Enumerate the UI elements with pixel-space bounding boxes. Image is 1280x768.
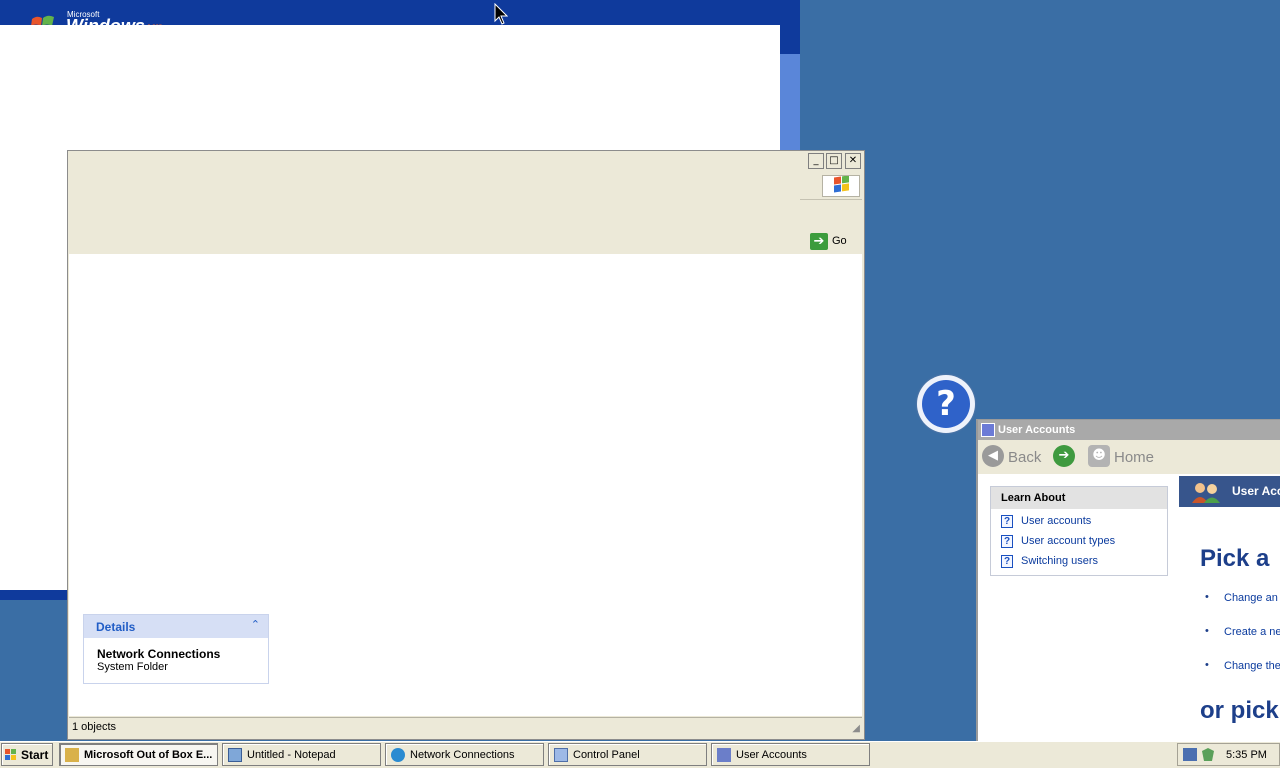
user-accounts-titlebar[interactable]: User Accounts: [978, 420, 1280, 440]
control-panel-icon: [554, 748, 568, 762]
help-topic-icon: ?: [1001, 555, 1013, 568]
go-arrow-icon: ➔: [810, 233, 828, 250]
start-label: Start: [21, 748, 49, 762]
close-button[interactable]: ✕: [845, 153, 861, 169]
taskbar-item-network-connections[interactable]: Network Connections: [385, 743, 544, 766]
user-accounts-icon: [717, 748, 731, 762]
banner-title: User Acc: [1232, 484, 1280, 498]
windows-flag-icon: [834, 175, 849, 193]
details-item-name: Network Connections: [97, 647, 221, 661]
home-button[interactable]: ☻ Home: [1088, 445, 1168, 469]
oobe-app-icon: [65, 748, 79, 762]
windows-flag-icon: [5, 749, 16, 760]
taskbar-item-user-accounts[interactable]: User Accounts: [711, 743, 870, 766]
go-label: Go: [832, 235, 847, 247]
details-item-type: System Folder: [97, 661, 168, 673]
maximize-button[interactable]: □: [826, 153, 842, 169]
network-connections-icon: [391, 748, 405, 762]
details-title: Details: [96, 620, 136, 634]
pick-task-heading: Pick a: [1200, 545, 1270, 572]
start-button[interactable]: Start: [1, 743, 53, 766]
forward-arrow-icon: ➔: [1053, 445, 1075, 467]
help-topic-icon: ?: [1001, 515, 1013, 528]
help-topic-icon: ?: [1001, 535, 1013, 548]
back-arrow-icon: ◀: [982, 445, 1004, 467]
windows-throbber: [822, 175, 860, 197]
back-button[interactable]: ◀ Back: [982, 445, 1048, 469]
clock: 5:35 PM: [1226, 749, 1267, 761]
navigation-bar: ◀ Back ➔ ☻ Home: [978, 440, 1280, 474]
taskbar-item-oobe[interactable]: Microsoft Out of Box E...: [59, 743, 218, 766]
back-label: Back: [1008, 449, 1042, 466]
network-tray-icon[interactable]: [1183, 748, 1197, 761]
help-question-icon[interactable]: ?: [917, 375, 975, 433]
windows-xp-logo: Microsoft Windowsxp: [30, 6, 230, 26]
windows-flag-icon: [31, 15, 54, 26]
resize-grip-icon[interactable]: ◢: [852, 723, 860, 734]
status-text: 1 objects: [72, 721, 117, 733]
window-controls: _ □ ✕: [808, 153, 863, 171]
minimize-button[interactable]: _: [808, 153, 824, 169]
mouse-cursor-icon: [494, 3, 508, 25]
taskbar-item-notepad[interactable]: Untitled - Notepad: [222, 743, 381, 766]
user-accounts-icon: [981, 423, 995, 437]
system-tray: 5:35 PM: [1177, 743, 1280, 766]
learn-about-title: Learn About: [1001, 492, 1066, 504]
taskbar-item-control-panel[interactable]: Control Panel: [548, 743, 707, 766]
notepad-icon: [228, 748, 242, 762]
user-accounts-banner: User Acc: [1179, 476, 1280, 507]
collapse-chevron-icon[interactable]: ⌃: [251, 618, 260, 631]
learn-about-panel: Learn About ? User accounts ? User accou…: [990, 486, 1168, 576]
home-label: Home: [1114, 449, 1155, 466]
users-icon: [1192, 483, 1220, 503]
security-tray-icon[interactable]: [1201, 747, 1215, 762]
status-bar: 1 objects ◢: [69, 717, 862, 738]
window-title: User Accounts: [998, 424, 1076, 436]
go-button[interactable]: ➔ Go: [808, 232, 860, 252]
home-users-icon: ☻: [1088, 445, 1110, 467]
forward-button[interactable]: ➔: [1053, 445, 1077, 469]
details-panel: Details ⌃ Network Connections System Fol…: [83, 614, 269, 684]
or-pick-heading: or pick: [1200, 697, 1279, 724]
